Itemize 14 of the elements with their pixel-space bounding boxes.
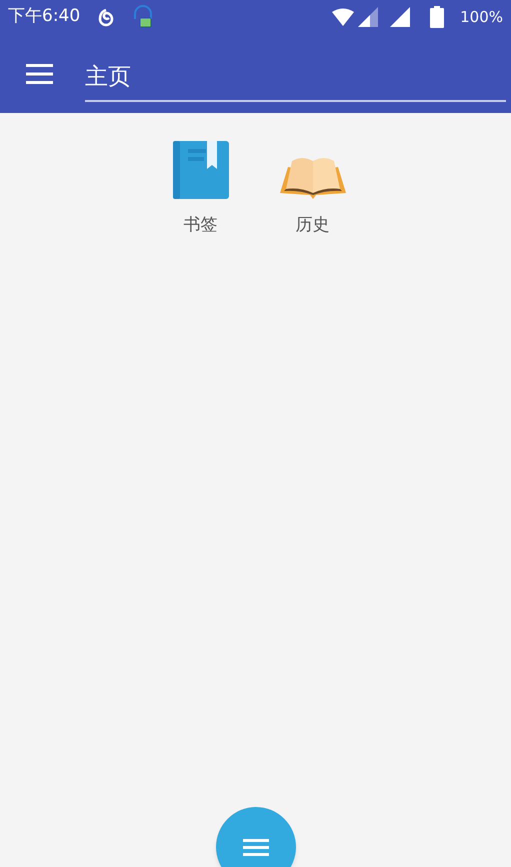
menu-fab[interactable] [216, 807, 296, 867]
battery-icon [430, 6, 444, 28]
signal-icon [358, 7, 378, 27]
battery-percent: 100% [460, 6, 503, 28]
shortcut-label[interactable]: 历史 [296, 213, 330, 238]
shortcut-label[interactable]: 书签 [184, 213, 218, 238]
wifi-icon [332, 8, 354, 26]
title-field[interactable]: 主页 [85, 56, 506, 102]
status-time: 下午6:40 [8, 5, 80, 28]
menu-icon [243, 839, 269, 856]
chat-notification-icon [132, 5, 154, 29]
menu-icon[interactable] [26, 64, 53, 84]
bookmark-book-icon [172, 141, 228, 199]
signal-icon [390, 7, 410, 27]
